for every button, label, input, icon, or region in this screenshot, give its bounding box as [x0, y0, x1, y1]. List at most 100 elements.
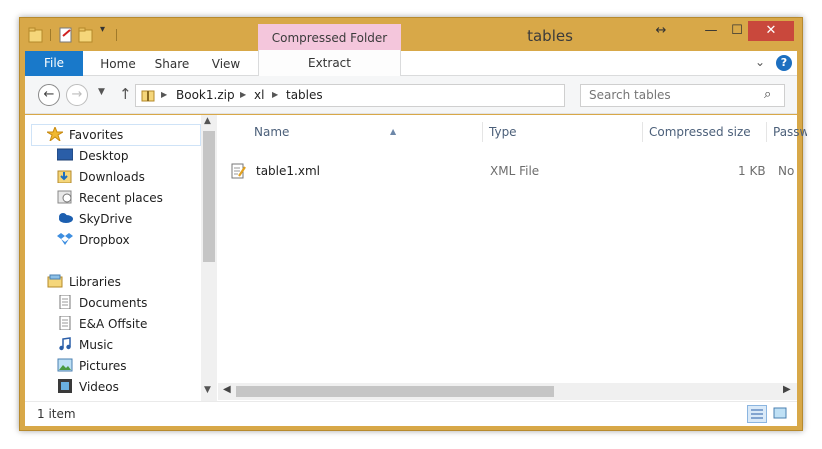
resize-icon[interactable]: ↔	[648, 21, 674, 41]
document-library-icon	[59, 316, 71, 330]
qat-separator	[50, 29, 51, 41]
chevron-down-icon[interactable]: ⌄	[755, 55, 765, 69]
details-view-button[interactable]	[747, 405, 767, 423]
breadcrumb-tables[interactable]: tables	[286, 88, 323, 102]
zip-folder-icon	[141, 90, 155, 102]
column-name-label: Name	[254, 125, 290, 139]
large-icons-view-button[interactable]	[771, 405, 791, 423]
breadcrumb-book1-zip[interactable]: Book1.zip	[176, 88, 235, 102]
context-tab-group-label: Compressed Folder Tools	[258, 24, 401, 73]
skydrive-cloud-icon	[59, 213, 73, 223]
column-header-name[interactable]: Name ▲	[248, 122, 483, 142]
column-header-password[interactable]: Passwor	[767, 122, 807, 142]
search-box[interactable]: ⌕	[580, 84, 785, 107]
libraries-icon	[47, 274, 63, 288]
nav-skydrive[interactable]: SkyDrive	[57, 209, 132, 229]
scroll-left-icon[interactable]: ◀	[223, 384, 231, 395]
nav-desktop-label: Desktop	[79, 149, 129, 163]
large-icons-view-icon	[773, 407, 787, 419]
explorer-body: Favorites Desktop Downloads Recent place…	[25, 115, 807, 401]
nav-ea-offsite-label: E&A Offsite	[79, 317, 148, 331]
title-bar: ▾ Compressed Folder Tools tables ↔ — ☐ ✕	[20, 18, 802, 73]
horizontal-scrollbar-thumb[interactable]	[236, 386, 554, 397]
scroll-down-icon[interactable]: ▼	[204, 385, 211, 395]
navigation-pane: Favorites Desktop Downloads Recent place…	[25, 115, 217, 401]
nav-skydrive-label: SkyDrive	[79, 212, 133, 226]
file-compressed-size: 1 KB	[738, 164, 766, 178]
nav-pictures[interactable]: Pictures	[57, 356, 127, 376]
dropbox-icon	[57, 233, 73, 245]
breadcrumb-xl[interactable]: xl	[254, 88, 264, 102]
nav-videos-label: Videos	[79, 380, 119, 394]
recent-locations-icon[interactable]: ▼	[98, 87, 105, 97]
properties-icon[interactable]	[58, 26, 74, 44]
videos-film-icon	[58, 379, 72, 393]
close-button[interactable]: ✕	[748, 21, 794, 41]
tab-view[interactable]: View	[201, 51, 251, 76]
search-input[interactable]	[589, 88, 749, 102]
qat-separator	[116, 29, 117, 41]
file-type: XML File	[490, 164, 540, 178]
nav-documents[interactable]: Documents	[57, 293, 147, 313]
forward-button[interactable]: →	[66, 84, 88, 106]
explorer-window: ▾ Compressed Folder Tools tables ↔ — ☐ ✕…	[19, 17, 807, 431]
new-folder-icon[interactable]	[78, 26, 94, 44]
scroll-right-icon[interactable]: ▶	[783, 384, 791, 395]
nav-videos[interactable]: Videos	[57, 377, 119, 397]
minimize-button[interactable]: —	[698, 21, 724, 41]
nav-desktop[interactable]: Desktop	[57, 146, 129, 166]
nav-recent-places-label: Recent places	[79, 191, 163, 205]
maximize-button[interactable]: ☐	[724, 21, 750, 41]
folder-icon	[28, 27, 43, 43]
navigation-bar: ← → ▼ ↑ ▶ Book1.zip ▶ xl ▶ tables ⌄ ↻ ⌕	[25, 76, 797, 114]
nav-dropbox[interactable]: Dropbox	[57, 230, 130, 250]
nav-dropbox-label: Dropbox	[79, 233, 130, 247]
nav-documents-label: Documents	[79, 296, 148, 310]
documents-icon	[59, 295, 71, 309]
file-password: No	[778, 164, 795, 178]
nav-downloads-label: Downloads	[79, 170, 145, 184]
up-arrow-icon[interactable]: ↑	[119, 85, 132, 103]
pictures-icon	[57, 358, 73, 372]
column-header-compressed-size[interactable]: Compressed size	[643, 122, 767, 142]
xml-file-icon	[231, 163, 246, 179]
search-icon[interactable]: ⌕	[764, 87, 771, 102]
tab-home[interactable]: Home	[93, 51, 143, 76]
qat-customize-icon[interactable]: ▾	[100, 24, 105, 42]
ribbon-tabs: File Home Share View Extract ⌄ ?	[25, 50, 797, 76]
nav-pictures-label: Pictures	[79, 359, 127, 373]
horizontal-scrollbar[interactable]: ◀ ▶	[218, 383, 797, 400]
nav-pane-scrollbar[interactable]: ▲ ▼	[201, 115, 217, 401]
desktop-icon	[57, 148, 73, 161]
scroll-up-icon[interactable]: ▲	[204, 116, 211, 126]
back-button[interactable]: ←	[38, 84, 60, 106]
nav-libraries[interactable]: Libraries	[47, 272, 121, 292]
sort-ascending-icon: ▲	[390, 127, 397, 136]
downloads-icon	[57, 170, 72, 183]
nav-favorites[interactable]: Favorites	[47, 125, 123, 145]
nav-music[interactable]: Music	[57, 335, 113, 355]
tab-extract[interactable]: Extract	[258, 50, 401, 76]
music-note-icon	[59, 337, 71, 351]
breadcrumb-chevron-icon: ▶	[272, 90, 279, 99]
column-header-type[interactable]: Type	[483, 122, 643, 142]
star-icon	[47, 127, 63, 141]
nav-scrollbar-thumb[interactable]	[203, 131, 215, 262]
tab-file[interactable]: File	[25, 51, 83, 76]
recent-places-icon	[57, 190, 72, 204]
help-icon[interactable]: ?	[776, 55, 792, 71]
file-name: table1.xml	[256, 164, 320, 178]
address-bar[interactable]: ▶ Book1.zip ▶ xl ▶ tables ⌄ ↻	[135, 84, 672, 107]
status-bar: 1 item	[25, 401, 797, 426]
tab-share[interactable]: Share	[147, 51, 197, 76]
nav-music-label: Music	[79, 338, 114, 352]
nav-ea-offsite[interactable]: E&A Offsite	[57, 314, 147, 334]
item-count: 1 item	[37, 407, 76, 421]
file-list: Name ▲ Type Compressed size Passwor tabl…	[218, 115, 807, 401]
nav-downloads[interactable]: Downloads	[57, 167, 145, 187]
details-view-icon	[751, 409, 763, 419]
nav-recent-places[interactable]: Recent places	[57, 188, 163, 208]
window-title: tables	[527, 27, 573, 45]
nav-favorites-label: Favorites	[69, 128, 124, 142]
breadcrumb-chevron-icon: ▶	[161, 90, 168, 99]
